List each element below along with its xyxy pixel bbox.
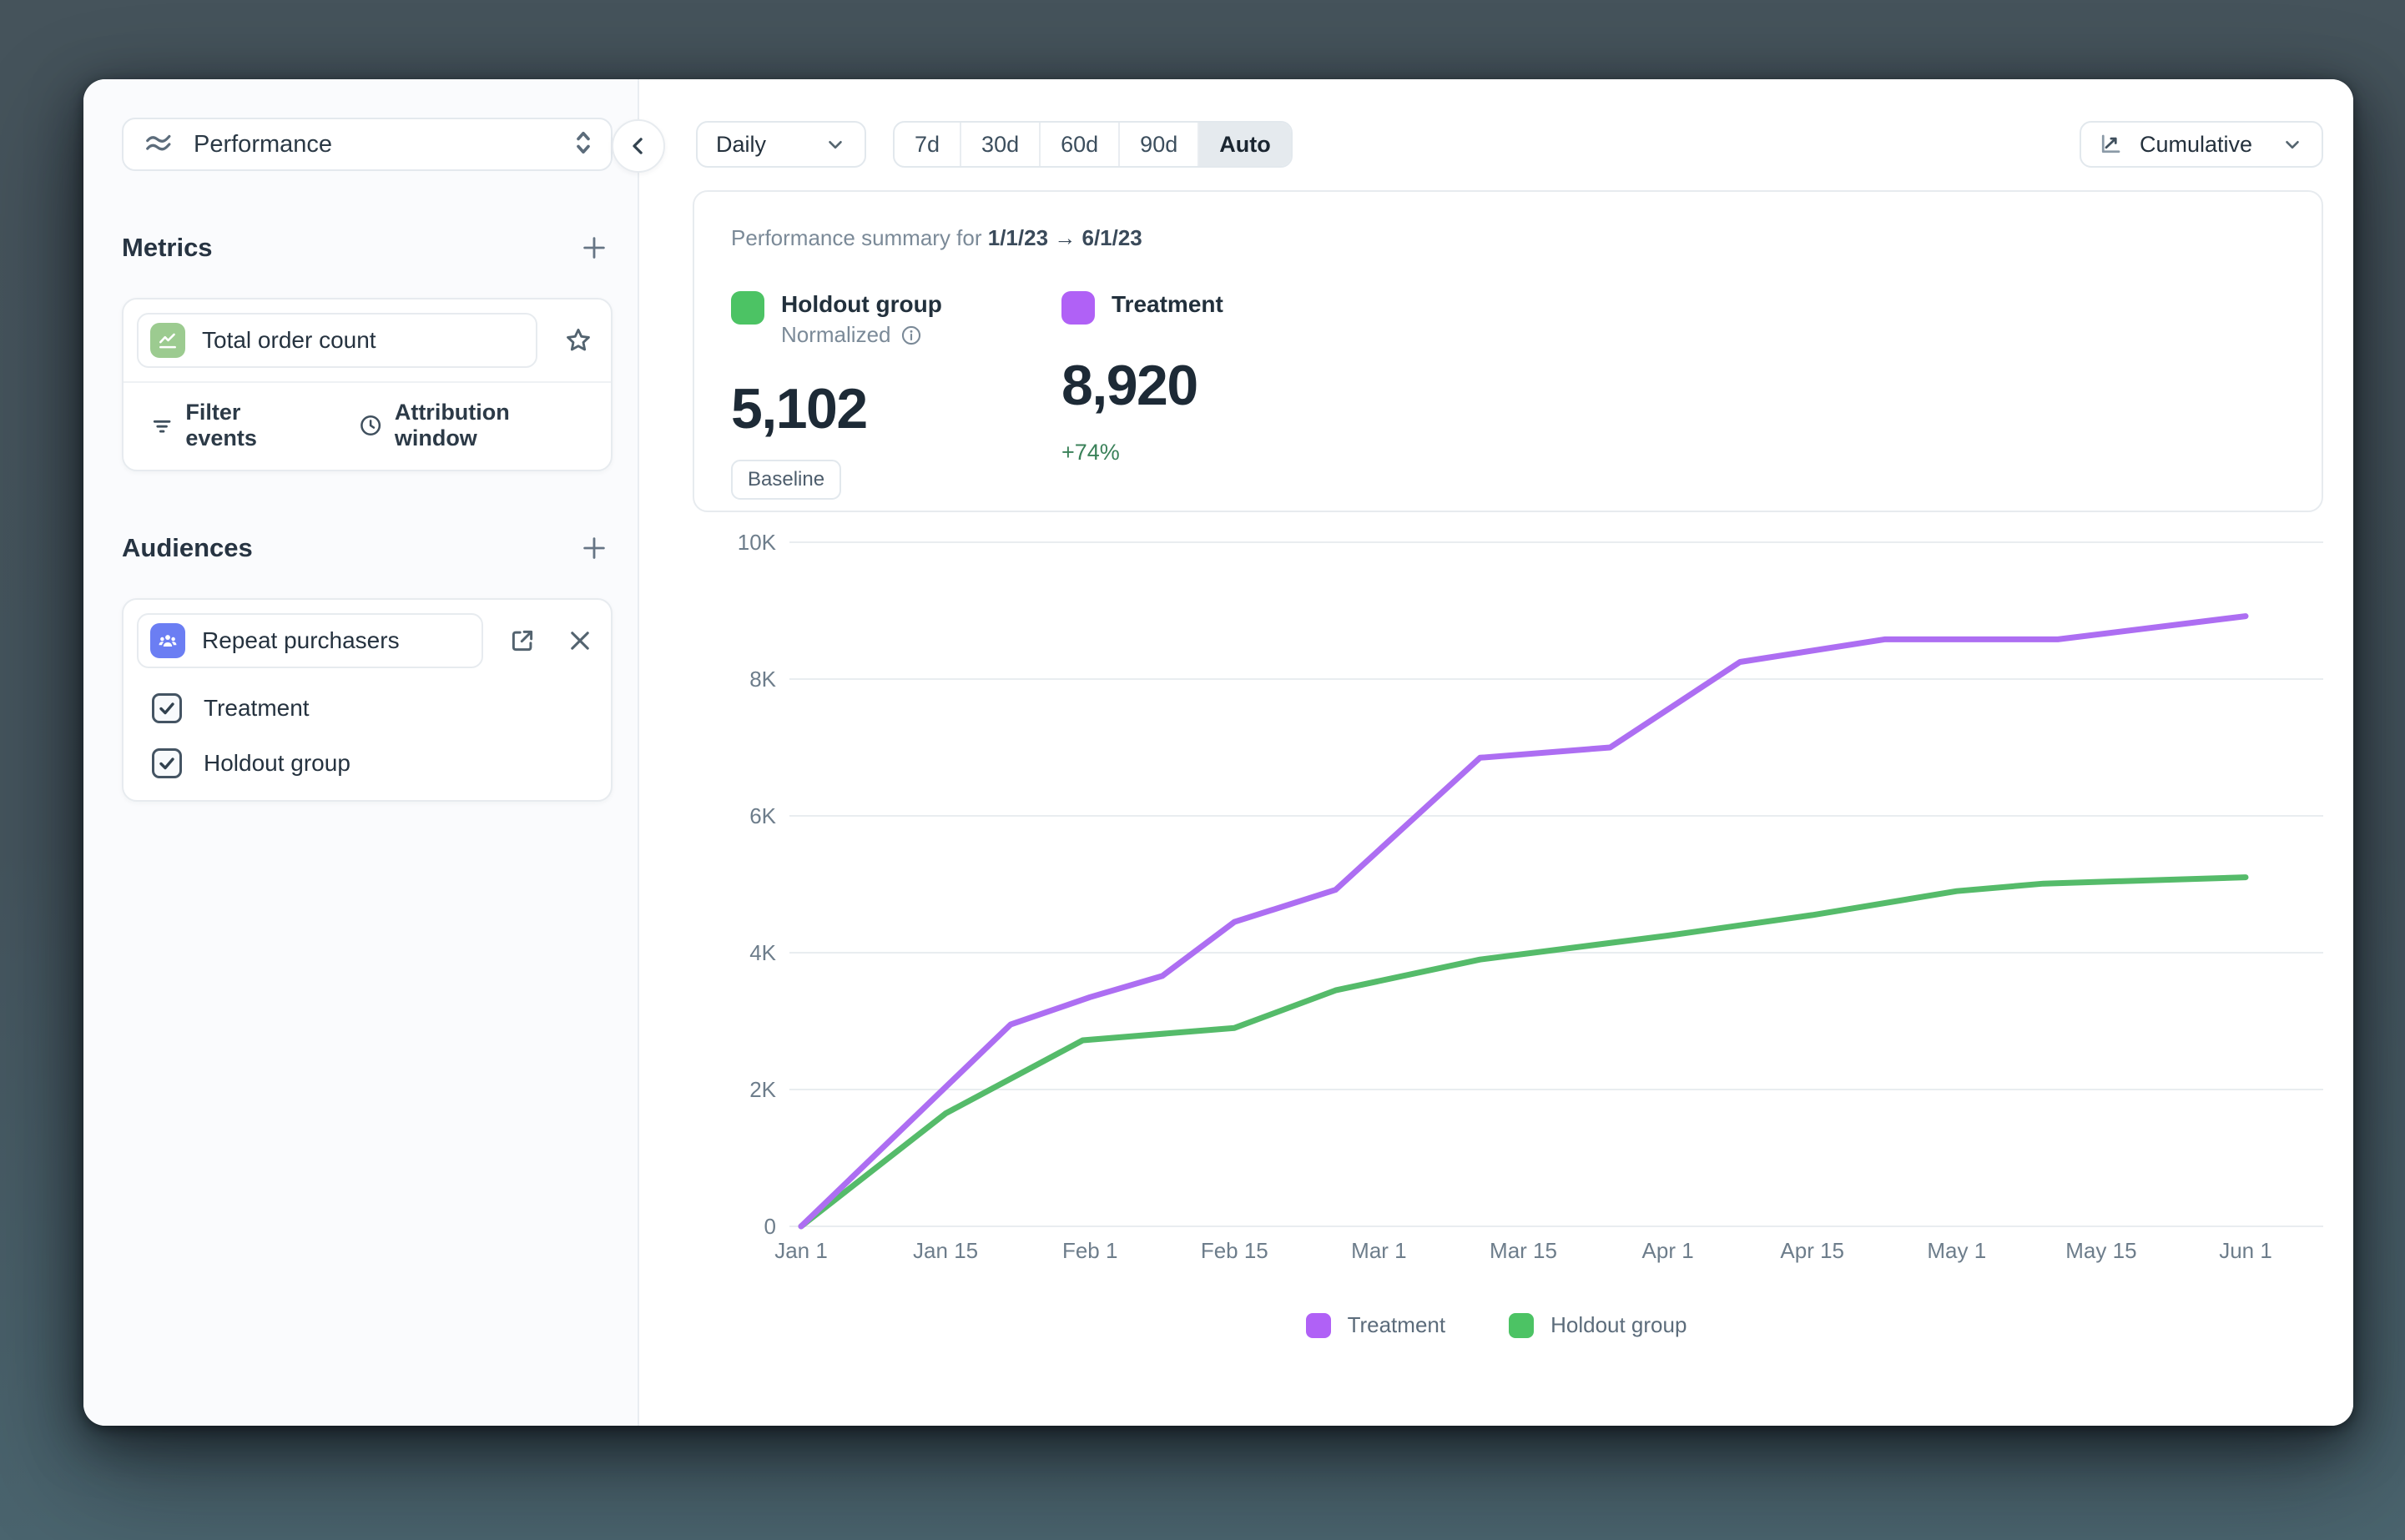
series-line-holdout-group: [801, 878, 2246, 1226]
group-name: Treatment: [1112, 289, 1223, 319]
treatment-value: 8,920: [1061, 353, 1312, 418]
legend-item-holdout[interactable]: Holdout group: [1509, 1312, 1687, 1338]
x-tick-label: Jan 15: [913, 1238, 978, 1263]
x-tick-label: May 1: [1927, 1238, 1986, 1263]
y-tick-label: 2K: [749, 1077, 776, 1102]
y-tick-label: 10K: [738, 534, 777, 555]
summary-group-treatment: Treatment 8,920 +74%: [1061, 289, 1312, 500]
group-name: Holdout group: [781, 289, 942, 319]
range-segmented-control: 7d 30d 60d 90d Auto: [893, 121, 1293, 168]
range-auto[interactable]: Auto: [1197, 123, 1290, 166]
cumulative-line-chart[interactable]: 0 2K 4K 6K 8K 10K Jan 1 Jan 15 Feb 1 Feb 15 Mar 1 M…: [693, 534, 2323, 1289]
chevron-down-icon: [2281, 133, 2303, 155]
y-tick-label: 8K: [749, 667, 776, 692]
view-selector[interactable]: Performance: [122, 118, 613, 171]
toolbar: Daily 7d 30d 60d 90d Auto Cumulative: [696, 121, 2323, 168]
metric-card: Total order count Filter events: [122, 298, 613, 471]
info-icon[interactable]: [900, 324, 923, 347]
chart-legend: Treatment Holdout group: [639, 1312, 2353, 1338]
main-panel: Daily 7d 30d 60d 90d Auto Cumulative: [639, 79, 2353, 1426]
checkbox-label: Treatment: [204, 695, 310, 722]
range-90d[interactable]: 90d: [1118, 123, 1197, 166]
y-tick-label: 0: [764, 1214, 776, 1239]
checkbox-holdout[interactable]: [152, 748, 182, 778]
mode-select[interactable]: Cumulative: [2080, 121, 2323, 168]
performance-summary-card: Performance summary for 1/1/23 → 6/1/23 …: [693, 190, 2323, 512]
attribution-window-button[interactable]: Attribution window: [358, 400, 587, 451]
checkbox-row-treatment[interactable]: Treatment: [152, 693, 597, 723]
x-tick-label: May 15: [2065, 1238, 2136, 1263]
summary-group-holdout: Holdout group Normalized 5,102 Baseline: [731, 289, 981, 500]
axes-icon: [2098, 132, 2123, 157]
treatment-color-swatch: [1061, 291, 1095, 325]
group-sublabel: Normalized: [781, 322, 891, 348]
audience-pill[interactable]: Repeat purchasers: [137, 613, 483, 668]
treatment-delta: +74%: [1061, 440, 1312, 466]
x-tick-label: Apr 15: [1780, 1238, 1844, 1263]
users-icon: [150, 623, 185, 658]
collapse-sidebar-button[interactable]: [612, 119, 665, 173]
x-tick-label: Apr 1: [1642, 1238, 1694, 1263]
remove-audience-icon[interactable]: [562, 622, 597, 660]
metrics-heading: Metrics: [122, 233, 213, 263]
add-metric-button[interactable]: [576, 229, 613, 266]
line-chart-icon: [150, 323, 185, 358]
metric-pill[interactable]: Total order count: [137, 313, 537, 368]
x-tick-label: Feb 1: [1062, 1238, 1118, 1263]
filter-events-button[interactable]: Filter events: [150, 400, 311, 451]
x-tick-label: Jan 1: [774, 1238, 828, 1263]
star-icon[interactable]: [559, 321, 597, 360]
checkbox-treatment[interactable]: [152, 693, 182, 723]
range-7d[interactable]: 7d: [895, 123, 960, 166]
series-line-treatment: [801, 617, 2246, 1226]
summary-date-range: 1/1/23 → 6/1/23: [988, 225, 1142, 250]
sidebar: Performance Metrics: [83, 79, 639, 1426]
range-60d[interactable]: 60d: [1039, 123, 1118, 166]
granularity-select[interactable]: Daily: [696, 121, 866, 168]
y-tick-label: 4K: [749, 940, 776, 965]
baseline-badge: Baseline: [731, 460, 841, 500]
chevron-down-icon: [824, 133, 846, 155]
audience-name: Repeat purchasers: [202, 627, 400, 654]
x-tick-label: Mar 1: [1351, 1238, 1406, 1263]
legend-item-treatment[interactable]: Treatment: [1306, 1312, 1446, 1338]
summary-title: Performance summary for 1/1/23 → 6/1/23: [731, 225, 2285, 251]
trend-waves-icon: [144, 127, 175, 163]
metric-name: Total order count: [202, 327, 376, 354]
audience-card: Repeat purchasers Tr: [122, 598, 613, 802]
audiences-heading: Audiences: [122, 533, 253, 563]
view-selector-label: Performance: [194, 131, 554, 159]
checkbox-label: Holdout group: [204, 750, 350, 777]
holdout-color-swatch: [731, 291, 764, 325]
range-30d[interactable]: 30d: [960, 123, 1039, 166]
holdout-legend-swatch: [1509, 1313, 1534, 1338]
checkbox-row-holdout[interactable]: Holdout group: [152, 748, 597, 778]
treatment-legend-swatch: [1306, 1313, 1331, 1338]
open-external-icon[interactable]: [505, 622, 540, 660]
x-tick-label: Feb 15: [1201, 1238, 1268, 1263]
updown-chevrons-icon: [572, 128, 594, 162]
holdout-value: 5,102: [731, 376, 981, 441]
x-tick-label: Jun 1: [2219, 1238, 2272, 1263]
y-tick-label: 6K: [749, 803, 776, 828]
app-window: Performance Metrics: [83, 79, 2353, 1426]
add-audience-button[interactable]: [576, 530, 613, 566]
x-tick-label: Mar 15: [1490, 1238, 1557, 1263]
